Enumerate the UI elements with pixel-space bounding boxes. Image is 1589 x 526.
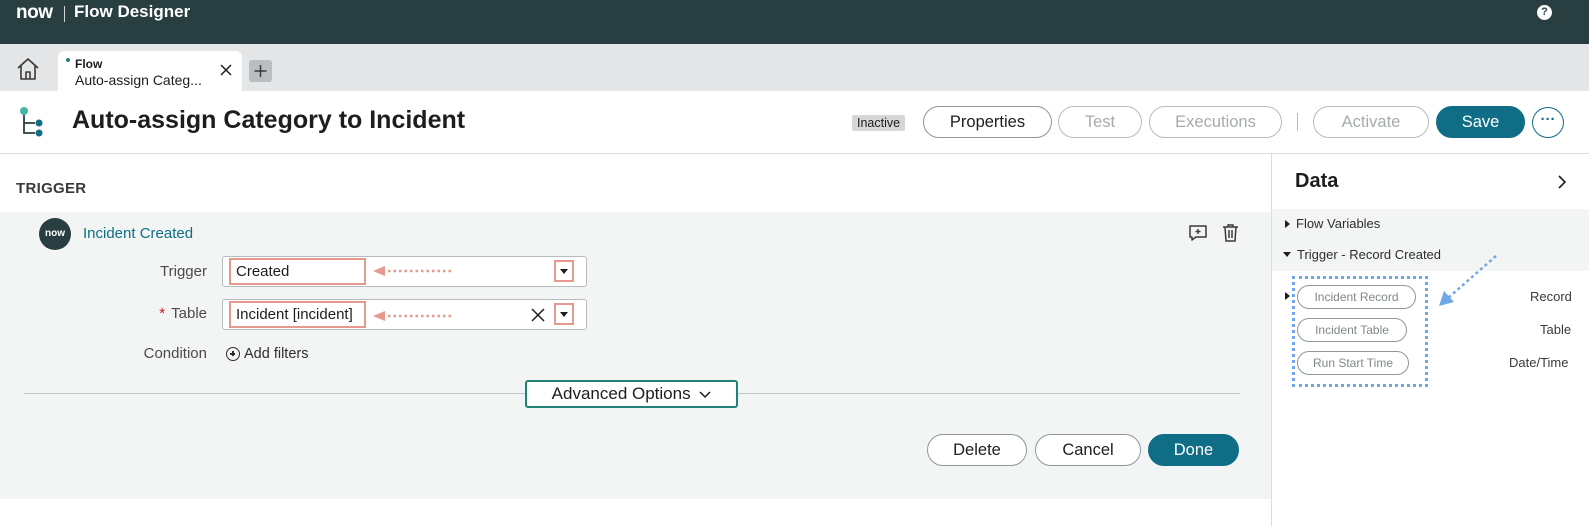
help-circle-icon[interactable]: ? (1537, 5, 1552, 20)
tree-item-label: Flow Variables (1296, 216, 1381, 231)
collapse-icon (1283, 252, 1291, 257)
pill-type-label: Record (1530, 289, 1572, 304)
servicenow-logo[interactable]: now (16, 2, 53, 24)
clear-icon[interactable] (531, 308, 545, 322)
expand-icon[interactable] (1285, 292, 1290, 300)
chevron-down-icon[interactable] (554, 260, 574, 282)
trigger-avatar: now (39, 218, 71, 250)
executions-button[interactable]: Executions (1149, 106, 1282, 138)
plus-icon[interactable] (249, 60, 272, 82)
plus-circle-icon (226, 347, 240, 361)
app-title: Flow Designer (74, 2, 191, 21)
advanced-options-label: Advanced Options (551, 384, 691, 403)
add-filters-button[interactable]: Add filters (226, 346, 308, 362)
table-label-text: Table (171, 305, 207, 322)
delete-button[interactable]: Delete (927, 434, 1027, 466)
advanced-options-button[interactable]: Advanced Options (525, 380, 738, 408)
trigger-name[interactable]: Incident Created (83, 225, 193, 242)
trash-icon[interactable] (1222, 223, 1239, 243)
expand-icon (1285, 219, 1290, 228)
activate-button[interactable]: Activate (1313, 106, 1429, 138)
more-options-button[interactable]: ··· (1532, 107, 1564, 138)
tab-status-dot (66, 58, 70, 62)
required-marker: * (159, 305, 166, 322)
page-title: Auto-assign Category to Incident (72, 106, 466, 134)
tree-item-label: Trigger - Record Created (1297, 247, 1442, 262)
close-icon[interactable] (219, 63, 233, 77)
chevron-down-icon (699, 390, 711, 398)
trigger-field-label: Trigger (160, 263, 207, 280)
top-bar (0, 0, 1589, 44)
condition-field-label: Condition (143, 345, 207, 362)
tab-name-label: Auto-assign Categ... (75, 72, 202, 88)
add-comment-icon[interactable] (1188, 224, 1208, 242)
table-field-label: * Table (67, 305, 207, 322)
test-button[interactable]: Test (1058, 106, 1142, 138)
trigger-select-value: Created (229, 258, 366, 285)
status-badge: Inactive (852, 115, 906, 131)
data-panel-title: Data (1295, 170, 1339, 192)
annotation-arrow-icon (1439, 255, 1497, 306)
chevron-down-icon[interactable] (554, 303, 574, 325)
table-select-value: Incident [incident] (229, 301, 366, 328)
annotation-arrow-icon (373, 266, 454, 276)
annotation-highlight-box (1292, 276, 1428, 387)
header-divider (1297, 113, 1298, 131)
annotation-arrow-icon (373, 311, 454, 321)
flow-branch-icon (20, 107, 43, 137)
add-filters-label: Add filters (244, 346, 309, 362)
cancel-button[interactable]: Cancel (1035, 434, 1141, 466)
home-icon[interactable] (12, 54, 44, 84)
done-button[interactable]: Done (1148, 434, 1239, 466)
chevron-right-icon[interactable] (1556, 174, 1568, 190)
tab-type-label: Flow (75, 57, 103, 71)
trigger-section-label: TRIGGER (16, 180, 87, 197)
pill-type-label: Date/Time (1509, 355, 1569, 370)
pill-type-label: Table (1540, 322, 1572, 337)
tree-item-flow-variables[interactable]: Flow Variables (1285, 216, 1380, 231)
save-button[interactable]: Save (1436, 106, 1525, 138)
tree-item-trigger-record-created[interactable]: Trigger - Record Created (1283, 247, 1441, 262)
logo-divider (64, 6, 65, 22)
properties-button[interactable]: Properties (923, 106, 1052, 138)
